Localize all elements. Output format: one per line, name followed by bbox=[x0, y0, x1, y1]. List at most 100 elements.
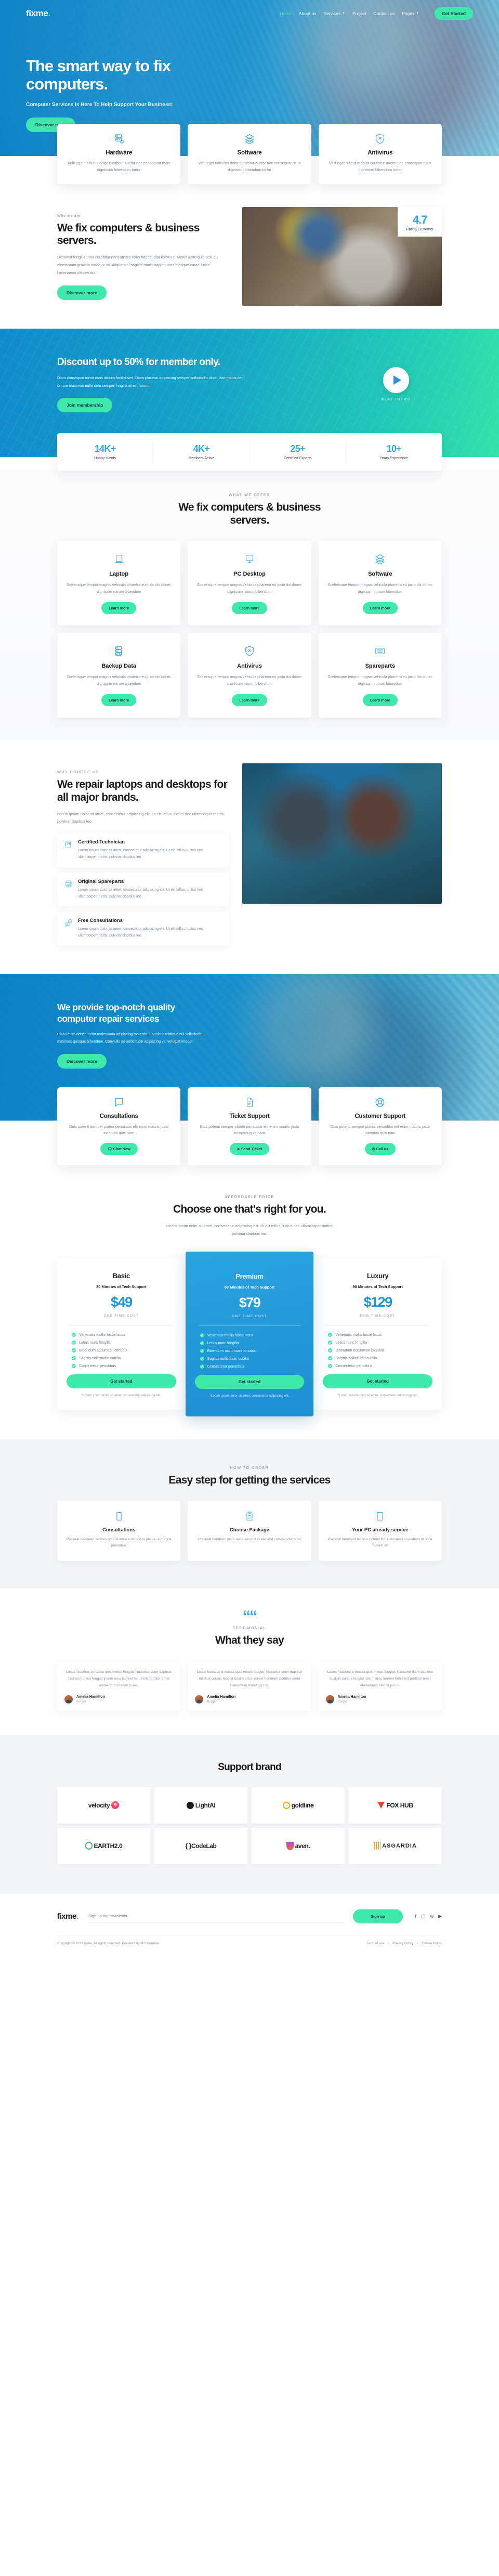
learn-more-button[interactable]: Learn more bbox=[232, 694, 267, 707]
learn-more-button[interactable]: Learn more bbox=[362, 602, 398, 614]
plan-feature: Consectetur penatibus bbox=[72, 1363, 176, 1368]
about-discover-more-button[interactable]: Discover more bbox=[57, 285, 107, 300]
shield-icon bbox=[245, 646, 254, 656]
nav-item-pages[interactable]: Pages ▼ bbox=[402, 11, 419, 16]
pricing-plan-luxury[interactable]: Luxury 90 Minutes of Tech Support $129 O… bbox=[313, 1258, 442, 1410]
support-card-ticket-support[interactable]: Ticket Support Duis potenti semper plate… bbox=[188, 1087, 311, 1166]
nav-item-about-us[interactable]: About us bbox=[299, 11, 317, 16]
step-card-choose-package[interactable]: Choose Package Placerat hendrerit justo … bbox=[188, 1500, 311, 1561]
stat-years-experience: 10+ Years Experience bbox=[346, 440, 442, 463]
pricing-eyebrow: AFFORDABLE PRICE bbox=[225, 1195, 274, 1200]
step-card-pc-already-service[interactable]: Your PC already service Placerat hendrer… bbox=[318, 1500, 442, 1561]
feature-card-hardware[interactable]: Hardware Velit eget ridiculus dolor cura… bbox=[57, 124, 181, 184]
testimonial-text: Lacus faucibus a massa quis metus feugia… bbox=[66, 1670, 172, 1687]
brand-label: aven. bbox=[295, 1842, 310, 1850]
learn-more-button[interactable]: Learn more bbox=[101, 602, 137, 614]
offer-card-title: Laptop bbox=[109, 570, 128, 577]
feature-card-antivirus[interactable]: Antivirus Velit eget ridiculus dolor cur… bbox=[318, 124, 442, 184]
step-text: Placerat hendrerit facilisis potenti lit… bbox=[328, 1537, 432, 1548]
footer-link-privacy-policy[interactable]: Privacy Policy bbox=[392, 1942, 413, 1945]
offer-card-title: Spareparts bbox=[365, 662, 396, 669]
learn-more-button[interactable]: Learn more bbox=[232, 602, 267, 614]
footer-link-term-of-use[interactable]: Term of use bbox=[367, 1942, 384, 1945]
brand-tile-velocity: velocity 9 bbox=[57, 1787, 150, 1824]
facebook-icon[interactable]: f bbox=[415, 1914, 417, 1919]
feature-card-software[interactable]: Software Velit eget ridiculus dolor cura… bbox=[188, 124, 311, 184]
feature-text: Velit eget ridiculus dolor curabitur auc… bbox=[68, 161, 170, 172]
plan-feature: Bibendum accumsan conubia bbox=[72, 1348, 176, 1352]
plan-price: $129 bbox=[363, 1294, 393, 1310]
offer-card-antivirus[interactable]: Antivirus Scelerisque tempor magnis vehi… bbox=[188, 632, 311, 718]
offer-card-laptop[interactable]: Laptop Scelerisque tempor magnis vehicul… bbox=[57, 540, 181, 626]
nav-item-contact-us[interactable]: Contact us bbox=[373, 11, 395, 16]
top-notch-discover-more-button[interactable]: Discover more bbox=[57, 1053, 107, 1069]
plan-feature: Consectetur penatibus bbox=[328, 1363, 432, 1368]
send-ticket-button[interactable]: ➤ Send Ticket bbox=[229, 1143, 270, 1155]
play-intro-label: PLAY INTRO bbox=[381, 398, 411, 402]
offer-card-title: Software bbox=[368, 570, 392, 577]
offer-card-title: Antivirus bbox=[237, 662, 262, 669]
nav-label: Home bbox=[280, 11, 292, 16]
nav-item-project[interactable]: Project bbox=[352, 11, 366, 16]
why-choose-us-photo bbox=[242, 763, 442, 904]
nav-item-services[interactable]: Services ▼ bbox=[323, 11, 345, 16]
feature-label: Sagittis sollicitudin cubilia bbox=[79, 1356, 121, 1360]
learn-more-button[interactable]: Learn more bbox=[362, 694, 398, 707]
play-intro-button[interactable] bbox=[383, 367, 409, 394]
join-membership-button[interactable]: Join membership bbox=[57, 398, 113, 413]
footer-logo[interactable]: fixme. bbox=[57, 1912, 78, 1921]
plan-period: ONE TIME COST bbox=[232, 1314, 267, 1318]
youtube-icon[interactable]: ▶ bbox=[438, 1914, 442, 1919]
brand-mark bbox=[186, 1801, 194, 1809]
plan-get-started-button[interactable]: Get started bbox=[67, 1374, 176, 1388]
chevron-down-icon: ▼ bbox=[342, 12, 345, 15]
instagram-icon[interactable]: ▢ bbox=[421, 1914, 426, 1919]
plan-get-started-button[interactable]: Get started bbox=[323, 1374, 432, 1388]
offer-cards-grid: Laptop Scelerisque tempor magnis vehicul… bbox=[57, 540, 442, 718]
button-label: Send Ticket bbox=[241, 1147, 262, 1152]
pricing-plan-basic[interactable]: Basic 30 Minutes of Tech Support $49 ONE… bbox=[57, 1258, 186, 1410]
twitter-icon[interactable]: w bbox=[430, 1914, 434, 1919]
plan-get-started-button[interactable]: Get started bbox=[194, 1374, 305, 1389]
footer-link-cookie-policy[interactable]: Cookie Policy bbox=[422, 1942, 442, 1945]
chat-now-button[interactable]: 🗨 Chat Now bbox=[100, 1143, 138, 1155]
step-title: Your PC already service bbox=[352, 1527, 409, 1533]
server-icon bbox=[115, 134, 124, 144]
why-item-text: Lorem ipsum dolor sit amet, consectetur … bbox=[78, 888, 203, 899]
why-item-free-consultations: ? Free Consultations Lorem ipsum dolor s… bbox=[57, 912, 229, 946]
plan-price: $49 bbox=[111, 1294, 133, 1310]
feature-label: Consectetur penatibus bbox=[207, 1364, 244, 1369]
top-notch-title: We provide top-notch quality computer re… bbox=[57, 1001, 175, 1024]
send-icon: ➤ bbox=[237, 1147, 240, 1152]
plan-feature: Venenatis mollis fusce lacus bbox=[72, 1332, 176, 1337]
plan-period: ONE TIME COST bbox=[360, 1313, 396, 1318]
stat-number: 14K+ bbox=[94, 444, 116, 454]
pricing-plan-premium[interactable]: Premium 60 Minutes of Tech Support $79 O… bbox=[185, 1251, 314, 1417]
backup-icon bbox=[115, 646, 122, 656]
offer-card-text: Scelerisque tempor magnis vehicula phare… bbox=[327, 674, 433, 686]
newsletter-signup-button[interactable]: Sign up bbox=[353, 1909, 403, 1923]
call-us-button[interactable]: ✆ Call us bbox=[364, 1143, 396, 1155]
site-logo[interactable]: fixme. bbox=[26, 8, 50, 19]
plan-minutes: 90 Minutes of Tech Support bbox=[352, 1284, 403, 1289]
feature-label: Bibendum accumsan conubia bbox=[335, 1348, 384, 1352]
learn-more-button[interactable]: Learn more bbox=[101, 694, 137, 707]
brand-tile-foxhub: FOX HUB bbox=[349, 1787, 442, 1824]
newsletter-input[interactable] bbox=[87, 1910, 344, 1923]
nav-item-home[interactable]: Home bbox=[280, 11, 292, 16]
rating-label: Rating Customer bbox=[406, 227, 434, 231]
stat-label: Years Experience bbox=[379, 457, 409, 461]
offer-card-pc-desktop[interactable]: PC Desktop Scelerisque tempor magnis veh… bbox=[188, 540, 311, 626]
offer-card-software[interactable]: Software Scelerisque tempor magnis vehic… bbox=[318, 540, 442, 626]
check-icon bbox=[72, 1348, 76, 1352]
offer-card-backup-data[interactable]: Backup Data Scelerisque tempor magnis ve… bbox=[57, 632, 181, 718]
get-started-button[interactable]: Get Started bbox=[435, 7, 473, 20]
brand-label: goldline bbox=[291, 1801, 314, 1809]
support-card-consultations[interactable]: Consultations Duis potenti semper platea… bbox=[57, 1087, 181, 1166]
feature-label: Sagittis sollicitudin cubilia bbox=[207, 1356, 249, 1361]
step-card-consultations[interactable]: Consultations Placerat hendrerit facilis… bbox=[57, 1500, 181, 1561]
support-card-customer-support[interactable]: Customer Support Duis potenti semper pla… bbox=[318, 1087, 442, 1166]
testimonial-text: Lacus faucibus a massa quis metus feugia… bbox=[327, 1670, 433, 1687]
brand-mark bbox=[374, 1842, 381, 1850]
offer-card-spareparts[interactable]: Spareparts Scelerisque tempor magnis veh… bbox=[318, 632, 442, 718]
